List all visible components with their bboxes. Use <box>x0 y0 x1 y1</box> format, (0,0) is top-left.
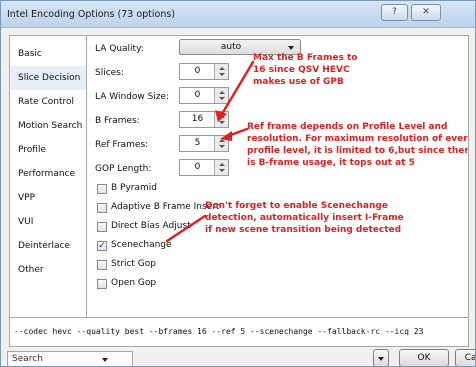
category-other[interactable]: Other <box>10 258 86 282</box>
la-window-label: LA Window Size: <box>95 92 170 102</box>
scenechange-annotation-line-2: detection, automatically insert I-Frame <box>205 213 404 223</box>
down-arrow-icon[interactable] <box>219 121 225 124</box>
up-arrow-icon[interactable] <box>219 91 225 94</box>
scenechange-annotation-line-1: Don't forget to enable Scenechange <box>205 201 388 211</box>
chevron-down-icon <box>378 357 384 361</box>
up-arrow-icon[interactable] <box>219 67 225 70</box>
la-quality-label: LA Quality: <box>95 44 144 54</box>
down-arrow-icon[interactable] <box>219 169 225 172</box>
b-pyramid-checkbox[interactable] <box>97 184 107 194</box>
ref-frames-spinner[interactable]: 5 <box>179 135 229 152</box>
scenechange-checkbox[interactable]: ✓ <box>97 241 107 251</box>
cancel-button[interactable]: Cancel <box>455 349 475 366</box>
scenechange-annotation-line-3: if new scene transition being detected <box>205 225 402 235</box>
scenechange-annotation: Don't forget to enable Scenechange detec… <box>205 200 404 236</box>
spinner-buttons[interactable] <box>214 112 228 127</box>
adaptive-b-frame-checkbox[interactable] <box>97 203 107 213</box>
close-button[interactable]: ✕ <box>411 4 441 21</box>
b-pyramid-label: B Pyramid <box>111 183 157 193</box>
la-quality-value: auto <box>220 42 242 52</box>
bframes-annotation-line-1: Max the B Frames to <box>253 53 358 63</box>
refframe-annotation: Ref frame depends on Profile Level and r… <box>247 121 469 169</box>
category-deinterlace[interactable]: Deinterlace <box>10 234 86 258</box>
category-vui[interactable]: VUI <box>10 210 86 234</box>
b-frames-value: 16 <box>191 114 204 124</box>
category-rate-control[interactable]: Rate Control <box>10 90 86 114</box>
search-input[interactable]: Search <box>7 351 133 366</box>
up-arrow-icon[interactable] <box>219 115 225 118</box>
chevron-down-icon <box>288 46 294 50</box>
title-bar: Intel Encoding Options (73 options) ? ✕ <box>1 1 475 28</box>
options-dropdown-button[interactable] <box>373 349 389 366</box>
scenechange-label: Scenechange <box>111 240 172 250</box>
la-window-spinner[interactable]: 0 <box>179 87 229 104</box>
encoding-options-window: Intel Encoding Options (73 options) ? ✕ … <box>0 0 476 367</box>
b-frames-label: B Frames: <box>95 116 140 126</box>
refframe-annotation-line-2: resolution. For maximum resolution of ev… <box>247 134 469 144</box>
command-line-box: --codec hevc --quality best --bframes 16… <box>9 317 469 347</box>
slices-label: Slices: <box>95 68 124 78</box>
open-gop-label: Open Gop <box>111 278 157 288</box>
category-motion-search[interactable]: Motion Search <box>10 114 86 138</box>
spinner-buttons[interactable] <box>214 136 228 151</box>
spinner-buttons[interactable] <box>214 160 228 175</box>
direct-bias-adjust-checkbox[interactable] <box>97 222 107 232</box>
direct-bias-adjust-label: Direct Bias Adjust <box>111 221 191 231</box>
up-arrow-icon[interactable] <box>219 163 225 166</box>
ref-frames-value: 5 <box>194 138 201 148</box>
gop-length-value: 0 <box>194 162 201 172</box>
ref-frames-label: Ref Frames: <box>95 140 149 150</box>
down-arrow-icon[interactable] <box>219 145 225 148</box>
category-slice-decision[interactable]: Slice Decision <box>10 66 86 90</box>
bframes-annotation-line-2: 16 since QSV HEVC <box>253 65 350 75</box>
la-window-value: 0 <box>194 90 201 100</box>
up-arrow-icon[interactable] <box>219 139 225 142</box>
refframe-annotation-line-3: profile level, it is limited to 6,but si… <box>247 146 469 156</box>
adaptive-b-frame-label: Adaptive B Frame Insert <box>111 202 220 212</box>
spinner-buttons[interactable] <box>214 64 228 79</box>
refframe-arrow-line <box>226 127 249 138</box>
category-vpp[interactable]: VPP <box>10 186 86 210</box>
category-performance[interactable]: Performance <box>10 162 86 186</box>
search-value: Search <box>12 354 43 364</box>
bottom-bar: Search OK Cancel <box>1 347 475 366</box>
category-list: Basic Slice Decision Rate Control Motion… <box>9 35 87 321</box>
down-arrow-icon[interactable] <box>219 97 225 100</box>
refframe-annotation-line-1: Ref frame depends on Profile Level and <box>247 122 448 132</box>
gop-length-spinner[interactable]: 0 <box>179 159 229 176</box>
options-panel: LA Quality: auto Slices: 0 LA Window Siz… <box>87 35 469 321</box>
open-gop-checkbox[interactable] <box>97 279 107 289</box>
help-button[interactable]: ? <box>381 4 408 21</box>
gop-length-label: GOP Length: <box>95 164 152 174</box>
ok-button[interactable]: OK <box>399 349 449 366</box>
strict-gop-label: Strict Gop <box>111 259 156 269</box>
down-arrow-icon[interactable] <box>219 73 225 76</box>
window-title: Intel Encoding Options (73 options) <box>7 9 176 20</box>
refframe-annotation-line-4: is B-frame usage, it tops out at 5 <box>247 158 415 168</box>
spinner-buttons[interactable] <box>214 88 228 103</box>
bframes-annotation-line-3: makes use of GPB <box>253 77 344 87</box>
slices-value: 0 <box>194 66 201 76</box>
category-profile[interactable]: Profile <box>10 138 86 162</box>
b-frames-spinner[interactable]: 16 <box>179 111 229 128</box>
category-basic[interactable]: Basic <box>10 42 86 66</box>
chevron-down-icon[interactable] <box>102 358 108 362</box>
bframes-annotation: Max the B Frames to 16 since QSV HEVC ma… <box>253 52 357 88</box>
slices-spinner[interactable]: 0 <box>179 63 229 80</box>
command-line-text: --codec hevc --quality best --bframes 16… <box>14 327 424 336</box>
strict-gop-checkbox[interactable] <box>97 260 107 270</box>
